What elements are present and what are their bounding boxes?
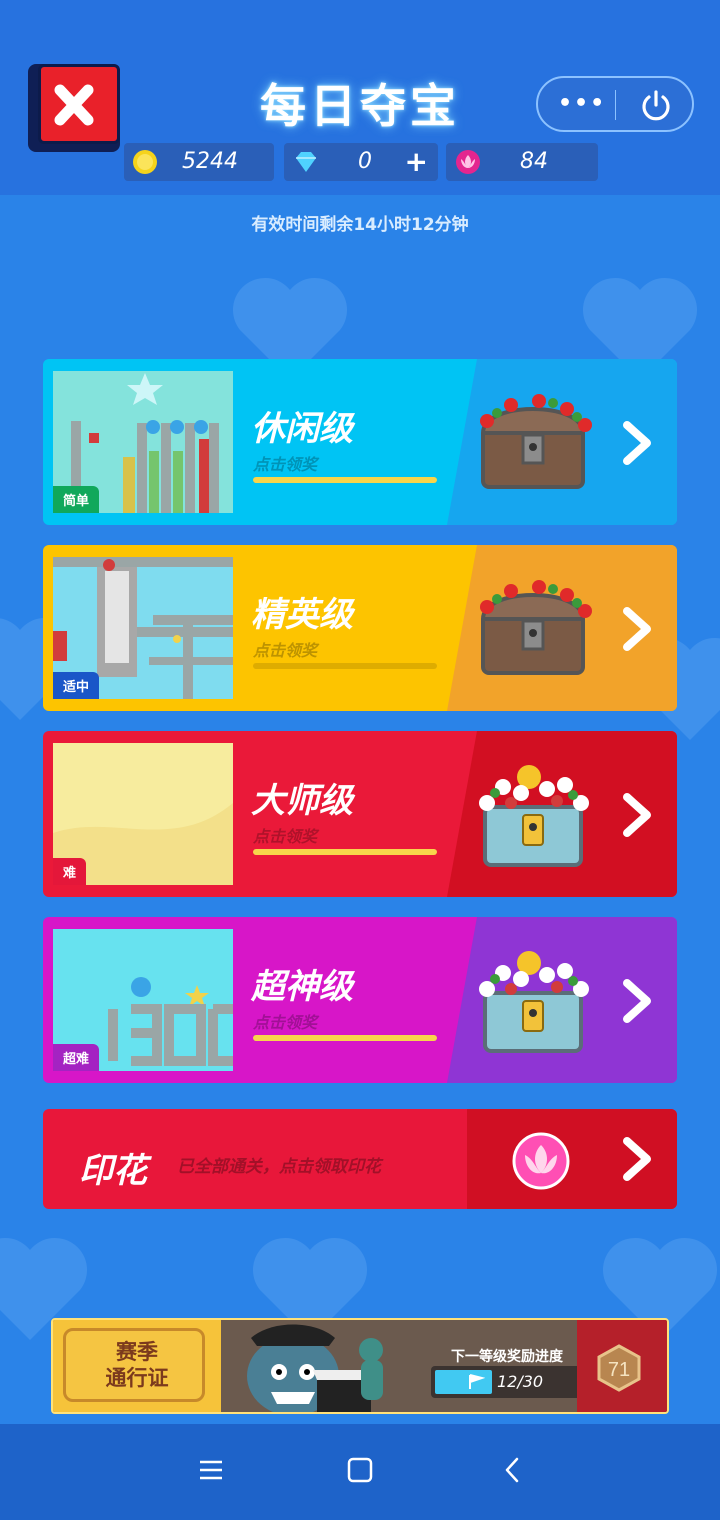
level-badge: 71 (597, 1344, 641, 1392)
add-diamond-button[interactable]: + (405, 145, 428, 178)
coin-value: 5244 (182, 149, 238, 174)
menu-icon[interactable] (198, 1456, 224, 1484)
season-pass-title-line2: 通行证 (105, 1366, 169, 1390)
claim-reward-label: 点击领奖 (253, 641, 318, 660)
season-level-text: 71 (608, 1359, 630, 1381)
season-progress-fill (435, 1370, 492, 1394)
season-pass-title-panel: 赛季 通行证 (53, 1320, 221, 1412)
stamp-reward-panel (467, 1109, 677, 1209)
chevron-right-icon (623, 793, 651, 837)
stamp-description: 已全部通关，点击领取印花 (177, 1157, 381, 1177)
season-pass-banner[interactable]: 赛季 通行证 下一等级奖励进度 12/30 71 (51, 1318, 669, 1414)
level-name: 休闲级 (251, 409, 353, 449)
more-icon[interactable]: ••• (558, 93, 606, 115)
reward-panel (447, 545, 677, 711)
lotus-icon (456, 150, 480, 174)
chevron-right-icon (623, 421, 651, 465)
level-name: 精英级 (251, 595, 353, 635)
lotus-value: 84 (520, 149, 548, 174)
chevron-right-icon (623, 607, 651, 651)
system-nav-bar (0, 1424, 720, 1520)
diamond-counter: 0 + (284, 143, 438, 181)
lotus-icon (512, 1132, 570, 1190)
top-bar: 每日夺宝 ••• 5244 0 + 84 (0, 0, 720, 195)
back-icon[interactable] (502, 1456, 522, 1484)
capsule-divider (615, 90, 616, 120)
progress-fill (253, 1035, 437, 1041)
reward-panel (447, 917, 677, 1083)
difficulty-badge: 简单 (53, 486, 100, 513)
season-progress-bar: 12/30 (431, 1366, 581, 1398)
difficulty-badge: 难 (53, 858, 87, 885)
claim-reward-label: 点击领奖 (253, 1013, 318, 1032)
flower-chest-icon (479, 951, 589, 1053)
flower-chest-icon (479, 765, 589, 867)
stamp-title: 印花 (79, 1151, 147, 1191)
treasure-chest-icon (480, 394, 592, 489)
lotus-counter: 84 (446, 143, 598, 181)
difficulty-badge: 超难 (53, 1044, 100, 1071)
progress-fill (253, 477, 437, 483)
diamond-value: 0 (358, 149, 372, 174)
home-icon[interactable] (346, 1456, 374, 1484)
reward-panel (447, 359, 677, 525)
level-name: 大师级 (251, 781, 353, 821)
time-remaining: 有效时间剩余14小时12分钟 (251, 215, 469, 235)
mini-program-capsule: ••• (536, 76, 694, 132)
diamond-icon (296, 152, 316, 172)
next-level-progress-label: 下一等级奖励进度 (451, 1349, 563, 1365)
reward-panel (447, 731, 677, 897)
level-card-casual[interactable]: 简单 休闲级 点击领奖 (43, 359, 677, 525)
coin-icon (133, 150, 157, 174)
progress-track (253, 663, 437, 669)
stamp-card[interactable]: 印花 已全部通关，点击领取印花 (43, 1109, 677, 1209)
coin-counter: 5244 (124, 143, 274, 181)
chevron-right-icon (623, 1137, 651, 1181)
level-name: 超神级 (251, 967, 353, 1007)
season-progress-value: 12/30 (497, 1372, 544, 1391)
claim-reward-label: 点击领奖 (253, 827, 318, 846)
treasure-chest-icon (480, 580, 592, 675)
progress-track (253, 477, 437, 483)
progress-track (253, 1035, 437, 1041)
claim-reward-label: 点击领奖 (253, 455, 318, 474)
level-card-elite[interactable]: 适中 精英级 点击领奖 (43, 545, 677, 711)
power-icon[interactable] (638, 87, 674, 123)
chevron-right-icon (623, 979, 651, 1023)
mascot-illustration (221, 1320, 441, 1412)
difficulty-badge: 适中 (53, 672, 100, 699)
season-pass-title-line1: 赛季 (116, 1340, 158, 1364)
level-card-god[interactable]: 超难 超神级 点击领奖 (43, 917, 677, 1083)
progress-fill (253, 849, 437, 855)
level-card-master[interactable]: 难 大师级 点击领奖 (43, 731, 677, 897)
flag-icon (469, 1374, 485, 1389)
progress-track (253, 849, 437, 855)
